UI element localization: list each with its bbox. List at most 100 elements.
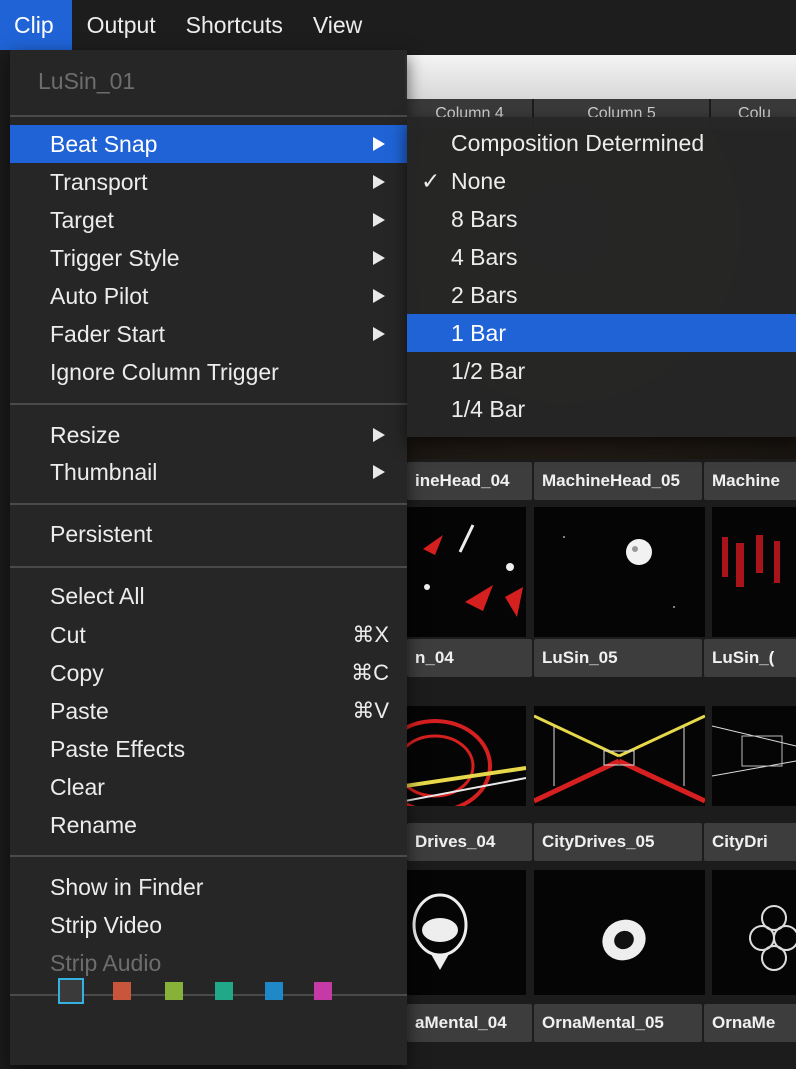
menu-item-beat-snap[interactable]: Beat Snap — [10, 125, 407, 163]
color-swatch-orange[interactable] — [113, 982, 131, 1000]
menu-item-transport[interactable]: Transport — [10, 163, 407, 201]
menu-item-thumbnail[interactable]: Thumbnail — [10, 453, 407, 491]
menu-item-select-all[interactable]: Select All — [10, 577, 407, 615]
submenu-item-label: 1 Bar — [451, 320, 506, 346]
color-swatch-green[interactable] — [165, 982, 183, 1000]
menu-item-show-in-finder[interactable]: Show in Finder — [10, 868, 407, 906]
menubar-output[interactable]: Output — [72, 0, 171, 50]
menu-item-target[interactable]: Target — [10, 201, 407, 239]
submenu-arrow-icon — [373, 428, 385, 442]
clip-thumbnail[interactable] — [405, 870, 526, 995]
menubar-clip[interactable]: Clip — [0, 0, 72, 50]
clip-thumbnail[interactable] — [712, 870, 796, 995]
menu-separator — [10, 566, 407, 568]
submenu-item-4-bars[interactable]: 4 Bars — [407, 238, 796, 276]
checkmark-icon: ✓ — [421, 168, 441, 194]
clip-thumbnail[interactable] — [534, 706, 705, 806]
submenu-item-composition-determined[interactable]: Composition Determined — [407, 124, 796, 162]
clip-label[interactable]: LuSin_( — [704, 639, 796, 677]
clip-thumbnail[interactable] — [712, 706, 796, 806]
menu-item-resize[interactable]: Resize — [10, 416, 407, 454]
menu-separator — [10, 855, 407, 857]
menu-item-label: Transport — [50, 169, 148, 195]
clip-thumbnail-image — [722, 535, 780, 587]
submenu-arrow-icon — [373, 327, 385, 341]
clip-thumbnail[interactable] — [534, 507, 705, 637]
submenu-arrow-icon — [373, 213, 385, 227]
menu-item-cut[interactable]: Cut ⌘X — [10, 616, 407, 654]
menu-item-clear[interactable]: Clear — [10, 768, 407, 806]
menu-item-copy[interactable]: Copy ⌘C — [10, 654, 407, 692]
clip-menu: LuSin_01 Beat Snap Transport Target Trig… — [10, 50, 407, 1065]
beat-snap-submenu: Composition Determined ✓ None 8 Bars 4 B… — [407, 117, 796, 437]
clip-label[interactable]: Drives_04 — [407, 823, 532, 861]
clip-thumbnail[interactable] — [712, 507, 796, 637]
clip-label[interactable]: Machine — [704, 462, 796, 500]
menu-item-ignore-column-trigger[interactable]: Ignore Column Trigger — [10, 353, 407, 391]
clip-thumbnail[interactable] — [534, 870, 705, 995]
clip-label[interactable]: MachineHead_05 — [534, 462, 702, 500]
color-swatch-blue[interactable] — [265, 982, 283, 1000]
clip-thumbnail[interactable] — [405, 706, 526, 806]
menu-item-strip-video[interactable]: Strip Video — [10, 906, 407, 944]
menu-item-persistent[interactable]: Persistent — [10, 515, 407, 553]
shortcut-copy: ⌘C — [351, 660, 389, 685]
submenu-item-label: 1/2 Bar — [451, 358, 526, 384]
menu-item-label: Copy — [50, 660, 104, 686]
submenu-arrow-icon — [373, 465, 385, 479]
menu-item-label: Paste — [50, 698, 109, 724]
submenu-arrow-icon — [373, 251, 385, 265]
submenu-item-quarter-bar[interactable]: 1/4 Bar — [407, 390, 796, 428]
submenu-arrow-icon — [373, 289, 385, 303]
menu-item-trigger-style[interactable]: Trigger Style — [10, 239, 407, 277]
shortcut-cut: ⌘X — [352, 622, 389, 647]
color-swatch-gray[interactable] — [58, 978, 84, 1004]
menu-item-strip-audio: Strip Audio — [50, 950, 162, 976]
color-swatches — [58, 978, 378, 1004]
submenu-item-label: 4 Bars — [451, 244, 518, 270]
color-swatch-teal[interactable] — [215, 982, 233, 1000]
menu-item-rename[interactable]: Rename — [10, 806, 407, 844]
submenu-item-1-bar[interactable]: 1 Bar — [407, 314, 796, 352]
submenu-item-half-bar[interactable]: 1/2 Bar — [407, 352, 796, 390]
clip-label[interactable]: OrnaMe — [704, 1004, 796, 1042]
clip-thumbnail-image — [405, 719, 526, 806]
clip-thumbnail-image — [712, 725, 796, 777]
menu-item-paste[interactable]: Paste ⌘V — [10, 692, 407, 730]
submenu-item-2-bars[interactable]: 2 Bars — [407, 276, 796, 314]
submenu-item-8-bars[interactable]: 8 Bars — [407, 200, 796, 238]
clip-thumbnail-image — [749, 905, 796, 971]
menu-item-label: Trigger Style — [50, 245, 180, 271]
clip-label[interactable]: aMental_04 — [407, 1004, 532, 1042]
menu-item-label: Beat Snap — [50, 131, 158, 157]
menu-separator — [10, 115, 407, 117]
submenu-arrow-icon — [373, 137, 385, 151]
color-swatch-magenta[interactable] — [314, 982, 332, 1000]
clip-label[interactable]: LuSin_05 — [534, 639, 702, 677]
menubar-shortcuts[interactable]: Shortcuts — [171, 0, 298, 50]
menu-item-auto-pilot[interactable]: Auto Pilot — [10, 277, 407, 315]
menu-separator — [10, 403, 407, 405]
menu-item-label: Auto Pilot — [50, 283, 149, 309]
clip-label[interactable]: n_04 — [407, 639, 532, 677]
menu-bar: Clip Output Shortcuts View — [0, 0, 796, 50]
submenu-item-label: Composition Determined — [451, 130, 705, 156]
clip-label[interactable]: OrnaMental_05 — [534, 1004, 702, 1042]
menubar-view[interactable]: View — [298, 0, 377, 50]
clip-label[interactable]: CityDri — [704, 823, 796, 861]
submenu-item-none[interactable]: ✓ None — [407, 162, 796, 200]
menu-separator — [10, 503, 407, 505]
clip-thumbnail-image — [534, 714, 705, 804]
menu-item-paste-effects[interactable]: Paste Effects — [10, 730, 407, 768]
clip-label[interactable]: CityDrives_05 — [534, 823, 702, 861]
menu-item-label: Target — [50, 207, 114, 233]
submenu-item-label: 8 Bars — [451, 206, 518, 232]
menu-item-label: Thumbnail — [50, 459, 158, 485]
menu-item-fader-start[interactable]: Fader Start — [10, 315, 407, 353]
submenu-item-label: 1/4 Bar — [451, 396, 526, 422]
menu-item-label: Cut — [50, 622, 86, 648]
menu-item-label: Fader Start — [50, 321, 166, 347]
clip-label[interactable]: ineHead_04 — [407, 462, 532, 500]
menu-item-label: Resize — [50, 422, 121, 448]
clip-thumbnail[interactable] — [405, 507, 526, 637]
